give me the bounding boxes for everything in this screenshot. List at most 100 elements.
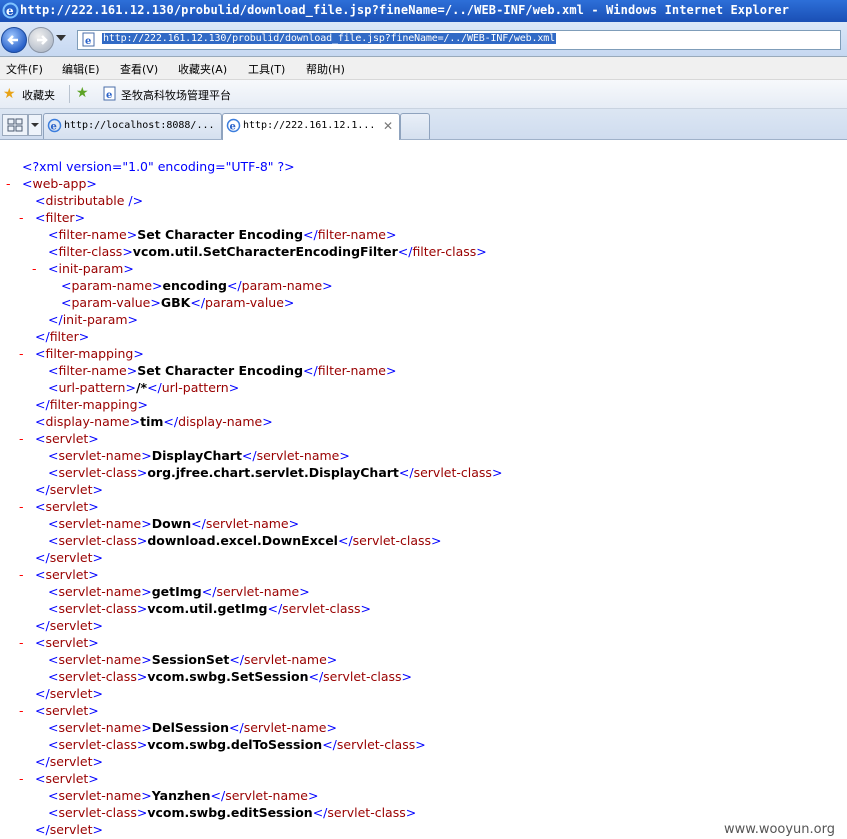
open-tag: <filter-mapping> — [35, 346, 144, 361]
xml-line: <servlet> — [35, 770, 99, 787]
close-tag: </servlet-class> — [398, 465, 503, 480]
svg-text:e: e — [6, 4, 14, 18]
xml-line: <url-pattern>/*</url-pattern> — [48, 379, 239, 396]
xml-value: vcom.util.getImg — [147, 601, 268, 616]
menu-tools[interactable]: 工具(T) — [248, 61, 285, 77]
close-tag: </param-value> — [190, 295, 295, 310]
open-tag: </init-param> — [48, 312, 139, 327]
close-tag: </servlet-class> — [308, 669, 412, 684]
xml-line: <servlet-class>vcom.swbg.delToSession</s… — [48, 736, 426, 753]
close-tag: </servlet-name> — [229, 652, 338, 667]
collapse-toggle[interactable]: - — [19, 209, 24, 226]
open-tag: <servlet-name> — [48, 448, 152, 463]
xml-value: vcom.swbg.SetSession — [147, 669, 309, 684]
close-tab-icon[interactable]: ✕ — [383, 119, 393, 133]
open-tag: </servlet> — [35, 618, 103, 633]
xml-line: <servlet-class>vcom.swbg.SetSession</ser… — [48, 668, 412, 685]
address-url[interactable]: http://222.161.12.130/probulid/download_… — [102, 33, 557, 44]
xml-line: <servlet> — [35, 702, 99, 719]
xml-line: <servlet> — [35, 498, 99, 515]
ie-page-icon: e — [47, 118, 62, 133]
open-tag: <servlet> — [35, 771, 99, 786]
svg-text:e: e — [51, 122, 57, 133]
xml-line: <param-value>GBK</param-value> — [61, 294, 294, 311]
menu-bar: 文件(F) 编辑(E) 查看(V) 收藏夹(A) 工具(T) 帮助(H) — [0, 57, 847, 80]
grid-icon — [7, 118, 23, 132]
menu-file[interactable]: 文件(F) — [6, 61, 43, 77]
open-tag: <servlet-name> — [48, 516, 152, 531]
collapse-toggle[interactable]: - — [19, 498, 24, 515]
favorite-link[interactable]: 圣牧高科牧场管理平台 — [121, 87, 231, 103]
open-tag: <distributable /> — [35, 193, 144, 208]
open-tag: <init-param> — [48, 261, 134, 276]
collapse-toggle[interactable]: - — [6, 175, 11, 192]
title-bar: e http://222.161.12.130/probulid/downloa… — [0, 0, 847, 22]
add-favorite-icon[interactable]: ★ — [76, 85, 89, 101]
forward-button[interactable] — [28, 27, 54, 53]
tab-active[interactable]: e http://222.161.12.1... ✕ — [222, 113, 400, 140]
open-tag: <param-name> — [61, 278, 163, 293]
favorites-star-icon[interactable]: ★ — [3, 86, 16, 102]
collapse-toggle[interactable]: - — [19, 770, 24, 787]
window-title: http://222.161.12.130/probulid/download_… — [20, 3, 790, 17]
open-tag: <filter-name> — [48, 227, 138, 242]
tab-list-dropdown[interactable] — [28, 114, 42, 136]
svg-text:e: e — [106, 90, 112, 101]
divider — [69, 85, 70, 103]
xml-line: <servlet-class>vcom.swbg.editSession</se… — [48, 804, 416, 821]
history-dropdown-icon[interactable] — [56, 35, 66, 41]
open-tag: <web-app> — [22, 176, 97, 191]
menu-view[interactable]: 查看(V) — [120, 61, 158, 77]
open-tag: </servlet> — [35, 686, 103, 701]
address-input[interactable]: e http://222.161.12.130/probulid/downloa… — [77, 30, 841, 50]
collapse-toggle[interactable]: - — [19, 702, 24, 719]
close-tag: </servlet-name> — [201, 584, 310, 599]
xml-value: Set Character Encoding — [137, 363, 304, 378]
open-tag: <servlet-name> — [48, 788, 152, 803]
open-tag: </filter-mapping> — [35, 397, 148, 412]
collapse-toggle[interactable]: - — [32, 260, 37, 277]
xml-value: tim — [140, 414, 164, 429]
open-tag: <servlet> — [35, 499, 99, 514]
tab-localhost[interactable]: e http://localhost:8088/... — [43, 113, 222, 139]
xml-declaration: <?xml version="1.0" encoding="UTF-8" ?> — [22, 159, 295, 174]
xml-line: <servlet> — [35, 430, 99, 447]
menu-favorites[interactable]: 收藏夹(A) — [178, 61, 227, 77]
quick-tabs-button[interactable] — [2, 114, 28, 136]
close-tag: </display-name> — [163, 414, 273, 429]
menu-help[interactable]: 帮助(H) — [306, 61, 345, 77]
xml-line: <servlet-class>vcom.util.getImg</servlet… — [48, 600, 371, 617]
open-tag: </servlet> — [35, 482, 103, 497]
xml-line: </servlet> — [35, 617, 103, 634]
open-tag: </servlet> — [35, 550, 103, 565]
close-tag: </filter-class> — [397, 244, 487, 259]
xml-line: <servlet-name>SessionSet</servlet-name> — [48, 651, 337, 668]
favorites-button-label[interactable]: 收藏夹 — [22, 87, 55, 103]
xml-line: <web-app> — [22, 175, 97, 192]
collapse-toggle[interactable]: - — [19, 566, 24, 583]
open-tag: <servlet-class> — [48, 737, 148, 752]
close-tag: </servlet-class> — [312, 805, 417, 820]
xml-line: <param-name>encoding</param-name> — [61, 277, 333, 294]
collapse-toggle[interactable]: - — [19, 430, 24, 447]
collapse-toggle[interactable]: - — [19, 634, 24, 651]
menu-edit[interactable]: 编辑(E) — [62, 61, 100, 77]
xml-value: vcom.util.SetCharacterEncodingFilter — [132, 244, 398, 259]
xml-value: getImg — [151, 584, 202, 599]
xml-line: <filter> — [35, 209, 85, 226]
xml-line: </servlet> — [35, 753, 103, 770]
open-tag: <servlet> — [35, 567, 99, 582]
xml-line: <filter-name>Set Character Encoding</fil… — [48, 362, 396, 379]
open-tag: </servlet> — [35, 754, 103, 769]
new-tab-button[interactable] — [400, 113, 430, 139]
xml-line: <distributable /> — [35, 192, 143, 209]
page-icon: e — [82, 32, 95, 47]
open-tag: <servlet-class> — [48, 805, 148, 820]
arrow-left-icon — [7, 35, 18, 45]
xml-line: </servlet> — [35, 821, 103, 838]
collapse-toggle[interactable]: - — [19, 345, 24, 362]
close-tag: </url-pattern> — [147, 380, 240, 395]
close-tag: </param-name> — [226, 278, 333, 293]
xml-value: GBK — [160, 295, 191, 310]
back-button[interactable] — [1, 27, 27, 53]
